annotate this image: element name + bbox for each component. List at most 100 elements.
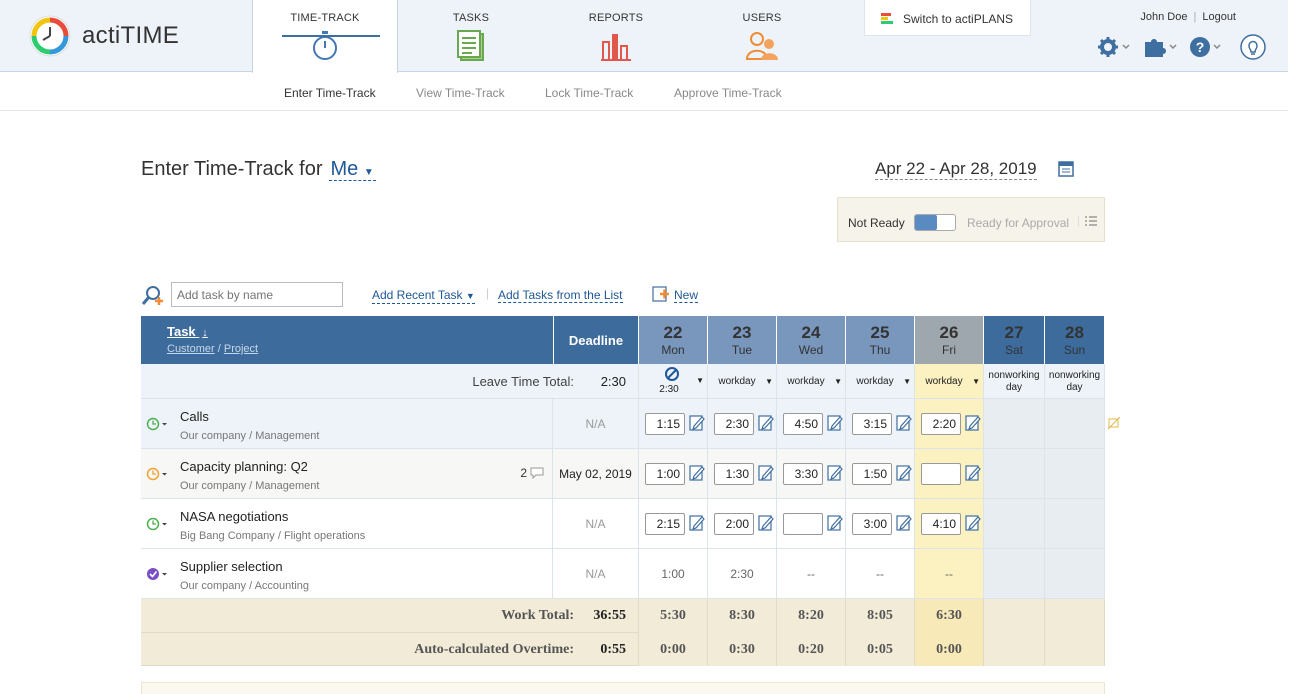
day-type-cell[interactable]: workday ▼ [708, 364, 777, 399]
edit-note-icon[interactable] [896, 514, 912, 532]
new-task-button[interactable]: New [674, 288, 699, 303]
edit-note-icon[interactable] [965, 464, 981, 482]
logout-link[interactable]: Logout [1202, 11, 1236, 23]
leave-total-cell: Leave Time Total: 2:30 [141, 364, 639, 398]
time-input[interactable] [783, 513, 823, 535]
comment-icon [530, 467, 544, 482]
day-type-cell[interactable]: workday ▼ [846, 364, 915, 399]
chevron-down-icon: ▼ [972, 377, 980, 386]
edit-note-icon[interactable] [758, 514, 774, 532]
subnav-approve-time-track[interactable]: Approve Time-Track [674, 86, 782, 100]
day-header-25: 25 Thu [846, 316, 915, 364]
time-input[interactable] [921, 513, 961, 535]
add-task-input[interactable] [171, 282, 343, 307]
hide-comments-icon[interactable] [1108, 417, 1120, 429]
edit-note-icon[interactable] [965, 414, 981, 432]
task-cell: Supplier selection Our company / Accounti… [141, 549, 553, 598]
task-name[interactable]: NASA negotiations [180, 509, 288, 524]
time-input[interactable] [783, 463, 823, 485]
day-number: 28 [1065, 323, 1084, 342]
time-input[interactable] [921, 413, 961, 435]
time-input[interactable] [921, 463, 961, 485]
time-input[interactable] [852, 513, 892, 535]
timesheet-grid: Task ↓ Customer / Project Deadline Leave… [141, 316, 1105, 666]
edit-note-icon[interactable] [827, 414, 843, 432]
task-name[interactable]: Capacity planning: Q2 [180, 459, 308, 474]
status-not-ready-label: Not Ready [848, 216, 905, 230]
time-input[interactable] [645, 413, 685, 435]
time-cell [708, 399, 777, 448]
edit-note-icon[interactable] [689, 414, 705, 432]
subnav-lock-time-track[interactable]: Lock Time-Track [545, 86, 633, 100]
path-separator: / [246, 480, 256, 492]
ready-for-approval-toggle[interactable] [914, 214, 956, 231]
time-input[interactable] [645, 513, 685, 535]
day-of-week: Tue [731, 343, 753, 357]
top-header: actiTIME TIME-TRACK TASKS REPORTS USERS … [0, 0, 1288, 73]
day-header-23: 23 Tue [708, 316, 777, 364]
comments-count: 2 [520, 466, 527, 480]
time-input[interactable] [852, 463, 892, 485]
add-recent-task-button[interactable]: Add Recent Task ▼ [372, 288, 475, 304]
task-sort-header[interactable]: Task ↓ [167, 324, 208, 339]
path-separator: / [246, 430, 256, 442]
user-name[interactable]: John Doe [1140, 11, 1187, 23]
deadline-value: May 02, 2019 [559, 467, 632, 481]
edit-note-icon[interactable] [965, 514, 981, 532]
edit-note-icon[interactable] [896, 464, 912, 482]
addons-menu[interactable] [1143, 36, 1179, 63]
day-of-week: Mon [661, 343, 685, 357]
completed-status-icon[interactable] [146, 567, 168, 581]
open-status-icon[interactable] [146, 467, 168, 481]
tab-reports[interactable]: REPORTS [543, 0, 689, 72]
edit-note-icon[interactable] [827, 514, 843, 532]
nonworking-label-2: day [1005, 382, 1023, 393]
add-recent-task-label: Add Recent Task [372, 288, 463, 302]
comments-badge[interactable]: 2 [520, 466, 544, 482]
list-icon[interactable] [1085, 216, 1097, 226]
day-type-cell[interactable]: 2:30 ▼ [639, 364, 708, 399]
day-header-24: 24 Wed [777, 316, 846, 364]
sort-by-customer[interactable]: Customer [167, 343, 215, 355]
time-input[interactable] [714, 463, 754, 485]
open-status-icon[interactable] [146, 417, 168, 431]
time-cell [984, 399, 1045, 448]
time-input[interactable] [783, 413, 823, 435]
switch-to-actiplans-button[interactable]: Switch to actiPLANS [864, 0, 1031, 36]
settings-menu[interactable] [1097, 36, 1131, 63]
sort-by-project[interactable]: Project [224, 343, 258, 355]
status-divider: | [1077, 213, 1081, 227]
new-task-icon[interactable] [652, 286, 670, 303]
time-input[interactable] [714, 513, 754, 535]
day-type-cell[interactable]: workday ▼ [777, 364, 846, 399]
page-title: Enter Time-Track for Me ▼ [141, 158, 376, 181]
time-input[interactable] [645, 463, 685, 485]
edit-note-icon[interactable] [758, 464, 774, 482]
tab-tasks[interactable]: TASKS [398, 0, 544, 72]
deadline-value: N/A [585, 417, 606, 431]
task-name[interactable]: Calls [180, 409, 209, 424]
time-cell [777, 449, 846, 498]
day-number: 22 [663, 323, 683, 342]
edit-note-icon[interactable] [689, 464, 705, 482]
task-name[interactable]: Supplier selection [180, 559, 283, 574]
tips-button[interactable] [1239, 33, 1267, 66]
edit-note-icon[interactable] [758, 414, 774, 432]
open-status-icon[interactable] [146, 517, 168, 531]
help-menu[interactable]: ? [1189, 36, 1225, 63]
time-input[interactable] [852, 413, 892, 435]
edit-note-icon[interactable] [827, 464, 843, 482]
tab-users[interactable]: USERS [689, 0, 835, 72]
subnav-view-time-track[interactable]: View Time-Track [416, 86, 505, 100]
date-range-selector[interactable]: Apr 22 - Apr 28, 2019 [875, 159, 1037, 180]
day-type-cell[interactable]: workday ▼ [915, 364, 984, 399]
edit-note-icon[interactable] [689, 514, 705, 532]
actitime-logo[interactable]: actiTIME [28, 14, 188, 58]
task-project: Flight operations [283, 530, 366, 542]
subnav-enter-time-track[interactable]: Enter Time-Track [284, 86, 376, 100]
time-input[interactable] [714, 413, 754, 435]
user-selector[interactable]: Me ▼ [328, 158, 376, 181]
calendar-icon[interactable] [1058, 160, 1074, 177]
add-tasks-from-list-button[interactable]: Add Tasks from the List [498, 288, 623, 303]
edit-note-icon[interactable] [896, 414, 912, 432]
